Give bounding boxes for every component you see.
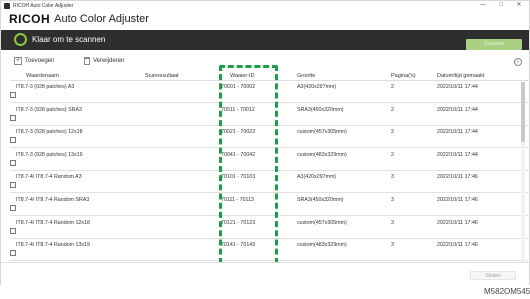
row-checkbox[interactable] bbox=[10, 114, 16, 121]
row-pages: 3 bbox=[391, 197, 394, 203]
row-pages: 2 bbox=[391, 106, 394, 113]
row-name: IT8.7-3 (928 patches) 13x19 bbox=[16, 151, 83, 158]
row-checkbox[interactable] bbox=[10, 182, 16, 189]
row-date: 2022/10/11 17:44 bbox=[437, 151, 478, 158]
row-date: 2022/10/11 17:44 bbox=[437, 106, 478, 113]
header-id[interactable]: Waaier-ID bbox=[230, 71, 255, 81]
table-row[interactable]: IT8.7-3 (928 patches) A3 70001 - 70002 A3(… bbox=[10, 82, 528, 103]
figure-code: M582OM545 bbox=[484, 287, 530, 296]
row-date: 2022/10/11 17:46 bbox=[437, 174, 478, 181]
row-size: SRA3(450x320mm) bbox=[297, 197, 344, 203]
title-bar: RICOH Auto Color Adjuster bbox=[0, 0, 528, 11]
row-date: 2022/10/11 17:46 bbox=[437, 197, 478, 203]
row-id: 70001 - 70002 bbox=[221, 84, 256, 90]
row-pages: 2 bbox=[391, 84, 394, 90]
row-name: IT8.7-4/ IT8.7-4 Random SRA3 bbox=[16, 197, 90, 203]
table-row[interactable]: IT8.7-4/ IT8.7-4 Random 13x19 70141 - 701… bbox=[10, 240, 528, 262]
add-button[interactable]: + Toevoegen bbox=[14, 57, 54, 65]
table-row[interactable]: IT8.7-3 (928 patches) 12x18 70021 - 70022… bbox=[10, 127, 528, 149]
row-size: custom(483x329mm) bbox=[297, 242, 347, 249]
header-size[interactable]: Grootte bbox=[297, 71, 315, 81]
table-row[interactable]: IT8.7-4/ IT8.7-4 Random 12x18 70121 - 701… bbox=[10, 218, 528, 239]
close-window-button[interactable]: ✕ bbox=[512, 0, 526, 11]
row-checkbox[interactable] bbox=[10, 159, 16, 166]
delete-button[interactable]: Verwijderen bbox=[84, 57, 124, 65]
row-size: custom(483x329mm) bbox=[297, 151, 347, 158]
window-title: RICOH Auto Color Adjuster bbox=[13, 2, 74, 9]
header-name[interactable]: Waardenaam bbox=[26, 71, 59, 81]
header-pages[interactable]: Pagina('s) bbox=[391, 71, 416, 81]
row-checkbox[interactable] bbox=[10, 250, 16, 257]
row-checkbox[interactable] bbox=[10, 137, 16, 144]
header-date[interactable]: Datum/tijd gemaakt bbox=[437, 71, 484, 81]
row-id: 70121 - 70123 bbox=[221, 219, 256, 226]
brand-header: RICOH Auto Color Adjuster bbox=[9, 12, 149, 26]
minimize-button[interactable]: — bbox=[476, 0, 490, 11]
status-text: Klaar om te scannen bbox=[32, 35, 106, 44]
footer bbox=[1, 262, 529, 285]
ricoh-logo: RICOH bbox=[9, 12, 51, 26]
header-result[interactable]: Scanresultaat bbox=[145, 71, 179, 81]
maximize-button[interactable]: □ bbox=[494, 0, 508, 11]
row-date: 2022/10/11 17:46 bbox=[437, 242, 478, 249]
scan-button[interactable]: Scannen bbox=[466, 39, 522, 50]
row-pages: 2 bbox=[391, 129, 394, 136]
row-date: 2022/10/11 17:44 bbox=[437, 84, 478, 90]
row-id: 70141 - 70143 bbox=[221, 242, 256, 249]
row-date: 2022/10/11 17:46 bbox=[437, 219, 478, 226]
row-pages: 3 bbox=[391, 242, 394, 249]
close-button[interactable]: Sluiten bbox=[470, 271, 516, 280]
app-icon bbox=[4, 2, 10, 9]
row-name: IT8.7-3 (928 patches) 12x18 bbox=[16, 129, 83, 136]
row-pages: 2 bbox=[391, 151, 394, 158]
row-checkbox[interactable] bbox=[10, 92, 16, 98]
row-size: custom(457x305mm) bbox=[297, 129, 347, 136]
info-icon[interactable]: i bbox=[514, 58, 522, 66]
row-date: 2022/10/11 17:44 bbox=[437, 129, 478, 136]
row-checkbox[interactable] bbox=[10, 227, 16, 234]
row-name: IT8.7-3 (928 patches) A3 bbox=[16, 84, 75, 90]
app-name: Auto Color Adjuster bbox=[54, 13, 149, 25]
table-row[interactable]: IT8.7-4/ IT8.7-4 Random SRA3 70111 - 7011… bbox=[10, 195, 528, 216]
table-header: Waardenaam Scanresultaat Waaier-ID Groot… bbox=[10, 71, 528, 81]
row-id: 70021 - 70022 bbox=[221, 129, 256, 136]
add-label: Toevoegen bbox=[25, 58, 55, 64]
ready-status-icon bbox=[14, 33, 27, 46]
toolbar bbox=[1, 55, 529, 69]
row-id: 70111 - 70113 bbox=[221, 197, 254, 203]
scrollbar-thumb[interactable] bbox=[521, 82, 525, 142]
delete-label: Verwijderen bbox=[93, 58, 125, 64]
scrollbar[interactable] bbox=[521, 82, 525, 262]
row-name: IT8.7-4/ IT8.7-4 Random 12x18 bbox=[16, 219, 90, 226]
row-name: IT8.7-4/ IT8.7-4 Random 13x19 bbox=[16, 242, 90, 249]
table-row[interactable]: IT8.7-4/ IT8.7-4 Random A3 70101 - 70103 A… bbox=[10, 172, 528, 194]
row-pages: 3 bbox=[391, 219, 394, 226]
row-checkbox[interactable] bbox=[10, 205, 16, 211]
row-id: 70011 - 70012 bbox=[221, 106, 255, 113]
row-name: IT8.7-3 (928 patches) SRA3 bbox=[16, 106, 82, 113]
table-row[interactable]: IT8.7-3 (928 patches) 13x19 70041 - 70042… bbox=[10, 150, 528, 171]
trash-icon bbox=[84, 57, 90, 65]
row-name: IT8.7-4/ IT8.7-4 Random A3 bbox=[16, 174, 82, 181]
row-id: 70041 - 70042 bbox=[221, 151, 256, 158]
plus-icon: + bbox=[14, 57, 22, 65]
row-size: A3(420x297mm) bbox=[297, 174, 337, 181]
row-size: SRA3(450x320mm) bbox=[297, 106, 344, 113]
row-id: 70101 - 70103 bbox=[221, 174, 256, 181]
row-pages: 3 bbox=[391, 174, 394, 181]
row-size: A3(420x297mm) bbox=[297, 84, 337, 90]
table-row[interactable]: IT8.7-3 (928 patches) SRA3 70011 - 70012 S… bbox=[10, 105, 528, 126]
row-size: custom(457x305mm) bbox=[297, 219, 347, 226]
